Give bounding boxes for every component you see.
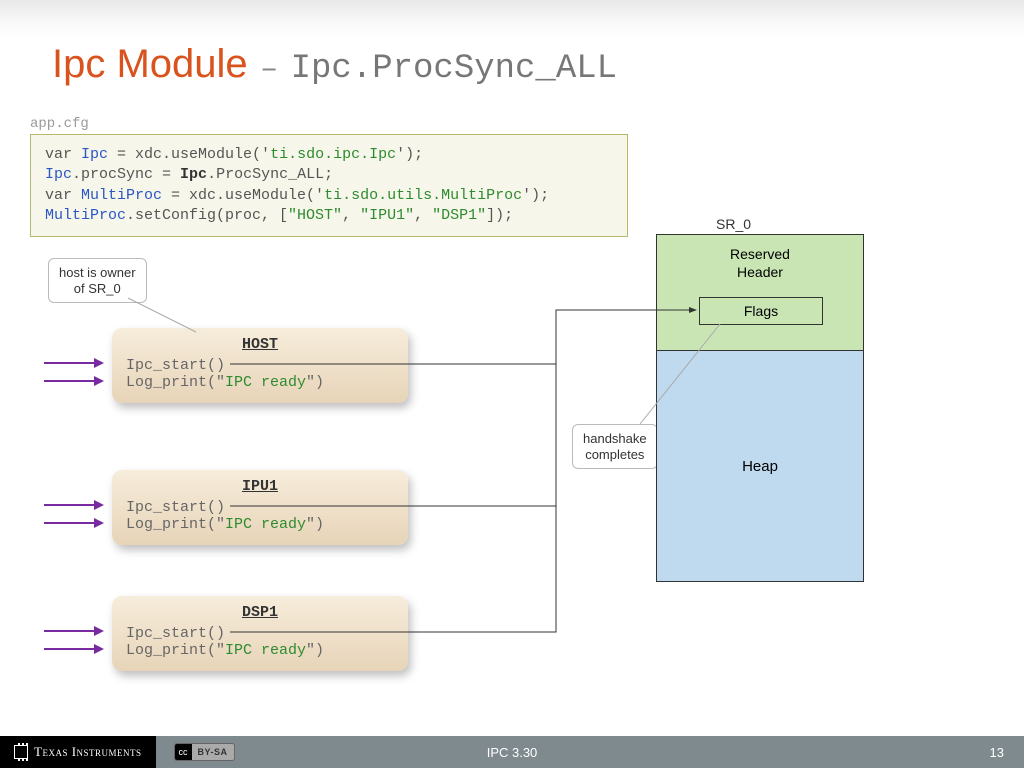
arrow-icon <box>44 522 102 524</box>
footer-title: IPC 3.30 <box>487 745 538 760</box>
title-dash: – <box>260 53 278 87</box>
proc-dsp1-box: DSP1 Ipc_start() Log_print("IPC ready") <box>112 596 408 671</box>
appcfg-label: app.cfg <box>30 116 89 132</box>
arrow-icon <box>44 648 102 650</box>
page-number: 13 <box>990 745 1024 760</box>
sr0-header: Reserved Header Flags <box>657 235 863 351</box>
cc-badge: ccBY-SA <box>174 743 235 761</box>
proc-ipu1-box: IPU1 Ipc_start() Log_print("IPC ready") <box>112 470 408 545</box>
sr0-box: Reserved Header Flags Heap <box>656 234 864 582</box>
host-owner-label: host is owner of SR_0 <box>48 258 147 303</box>
title-main: Ipc Module <box>52 42 248 86</box>
arrow-icon <box>44 504 102 506</box>
handshake-label: handshake completes <box>572 424 658 469</box>
proc-host-box: HOST Ipc_start() Log_print("IPC ready") <box>112 328 408 403</box>
ti-logo: Texas Instruments <box>0 736 156 768</box>
footer-bar: Texas Instruments ccBY-SA IPC 3.30 13 <box>0 736 1024 768</box>
arrow-icon <box>44 630 102 632</box>
chip-icon <box>14 745 28 759</box>
flags-box: Flags <box>699 297 823 325</box>
sr0-heap: Heap <box>657 351 863 581</box>
code-box: var Ipc = xdc.useModule('ti.sdo.ipc.Ipc'… <box>30 134 628 237</box>
sr0-label: SR_0 <box>716 216 751 232</box>
arrow-icon <box>44 380 102 382</box>
title-sub: Ipc.ProcSync_ALL <box>291 50 617 88</box>
slide-title: Ipc Module – Ipc.ProcSync_ALL <box>52 42 617 88</box>
arrow-icon <box>44 362 102 364</box>
